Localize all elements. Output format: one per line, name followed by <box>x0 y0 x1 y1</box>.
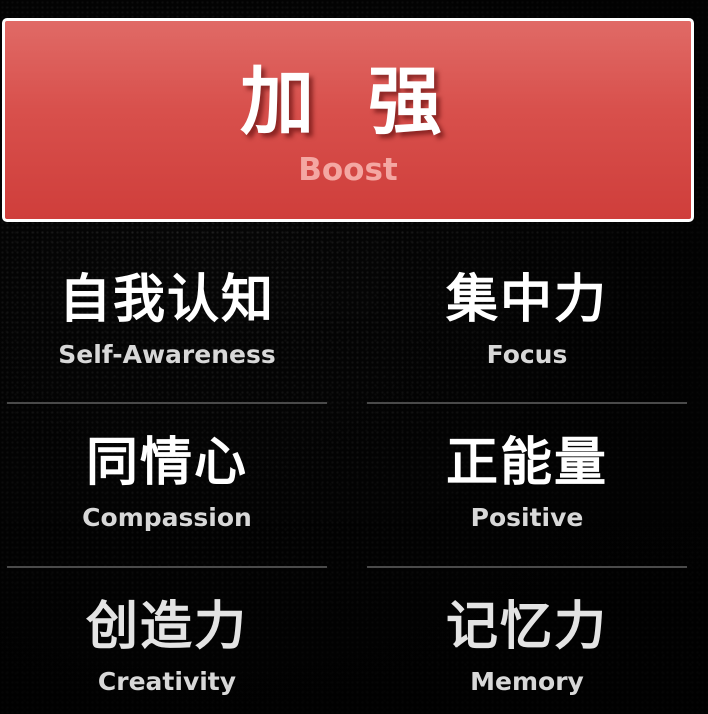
category-self-awareness[interactable]: 自我认知 Self-Awareness <box>7 274 327 367</box>
divider <box>7 402 327 404</box>
category-label-zh: 创造力 <box>85 597 248 657</box>
category-label-en: Focus <box>486 340 568 369</box>
category-label-en: Memory <box>470 667 584 696</box>
category-label-en: Self-Awareness <box>58 340 276 369</box>
category-label-zh: 同情心 <box>85 433 248 493</box>
category-label-zh: 正能量 <box>445 433 608 493</box>
category-positive[interactable]: 正能量 Positive <box>367 437 687 530</box>
boost-button[interactable]: 加 强 Boost <box>2 18 694 222</box>
boost-title: 加 强 <box>240 59 456 145</box>
divider <box>7 566 327 568</box>
category-label-en: Positive <box>470 503 584 532</box>
divider <box>367 402 687 404</box>
category-compassion[interactable]: 同情心 Compassion <box>7 437 327 530</box>
category-creativity[interactable]: 创造力 Creativity <box>7 601 327 694</box>
boost-subtitle: Boost <box>298 152 398 188</box>
category-label-zh: 自我认知 <box>58 270 275 330</box>
category-label-zh: 集中力 <box>445 270 608 330</box>
divider <box>367 566 687 568</box>
category-label-en: Creativity <box>97 667 237 696</box>
category-label-zh: 记忆力 <box>445 597 608 657</box>
category-focus[interactable]: 集中力 Focus <box>367 274 687 367</box>
category-memory[interactable]: 记忆力 Memory <box>367 601 687 694</box>
category-label-en: Compassion <box>82 503 252 532</box>
category-grid: 自我认知 Self-Awareness 集中力 Focus 同情心 Compas… <box>0 240 708 714</box>
